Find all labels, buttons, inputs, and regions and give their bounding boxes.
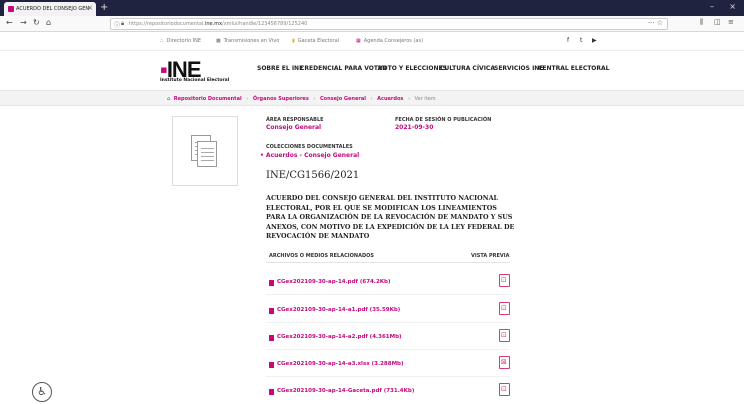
gaceta-label: Gaceta Electoral <box>297 38 340 44</box>
menu-cultura-civica[interactable]: CULTURA CÍVICA <box>440 65 495 72</box>
menu-credencial[interactable]: CREDENCIAL PARA VOTAR <box>300 65 387 72</box>
pdf-preview-icon[interactable]: ⊡ <box>499 302 510 315</box>
file-icon <box>269 389 274 395</box>
file-icon <box>269 362 274 368</box>
lock-icon: 🔒︎ <box>121 20 125 27</box>
youtube-icon[interactable]: ▶ <box>592 37 597 44</box>
area-value[interactable]: Consejo General <box>266 124 321 131</box>
logo-subtitle: Instituto Nacional Electoral <box>160 78 230 83</box>
breadcrumb-current: Ver ítem <box>414 96 436 102</box>
file-row: CGex202109-30-ap-14.pdf (674.2Kb) ⊡ <box>266 273 510 295</box>
file-link[interactable]: CGex202109-30-ap-14.pdf (674.2Kb) <box>277 279 391 285</box>
pdf-preview-icon[interactable]: ⊡ <box>499 329 510 342</box>
breadcrumb-separator: › <box>313 96 316 102</box>
sidebar-icon[interactable]: ◫ <box>714 18 721 26</box>
collection-link[interactable]: • Acuerdos - Consejo General <box>260 152 359 159</box>
divider <box>266 262 510 263</box>
home-icon[interactable]: ⌂ <box>167 96 170 102</box>
breadcrumb-organos[interactable]: Órganos Superiores <box>253 96 309 102</box>
file-icon <box>269 335 274 341</box>
menu-central-electoral[interactable]: CENTRAL ELECTORAL <box>538 65 610 72</box>
menu-servicios-ine[interactable]: SERVICIOS INE <box>494 65 543 72</box>
breadcrumb: ⌂ Repositorio Documental › Órganos Super… <box>167 96 436 102</box>
preview-header: VISTA PREVIA <box>471 253 510 259</box>
back-button[interactable]: ← <box>6 18 13 27</box>
menu-icon[interactable]: ≡ <box>728 18 734 26</box>
site-header: ▪INE Instituto Nacional Electoral SOBRE … <box>0 51 744 89</box>
agenda-link[interactable]: ▦ Agenda Consejeros (as) <box>356 38 423 44</box>
tab-title: ACUERDO DEL CONSEJO GEN <box>16 6 90 12</box>
file-row: CGex202109-30-ap-14-a1.pdf (35.59Kb) ⊡ <box>266 301 510 323</box>
ine-logo[interactable]: ▪INE Instituto Nacional Electoral <box>160 57 244 85</box>
menu-voto-elecciones[interactable]: VOTO Y ELECCIONES <box>378 65 447 72</box>
agenda-label: Agenda Consejeros (as) <box>363 38 424 44</box>
transmisiones-label: Transmisiones en Vivo <box>223 38 280 44</box>
breadcrumb-bar: ⌂ Repositorio Documental › Órganos Super… <box>0 90 744 106</box>
forward-button[interactable]: → <box>20 18 27 27</box>
files-header: ARCHIVOS O MEDIOS RELACIONADOS <box>269 253 374 259</box>
calendar-icon: ▦ <box>356 38 361 44</box>
video-icon: ■ <box>216 38 221 44</box>
facebook-icon[interactable]: f <box>567 37 569 44</box>
file-icon <box>269 308 274 314</box>
file-row: CGex202109-30-ap-14-a2.pdf (4.361Mb) ⊡ <box>266 328 510 350</box>
info-icon[interactable]: ⓘ <box>114 20 120 29</box>
area-label: ÁREA RESPONSABLE <box>266 117 324 123</box>
file-link[interactable]: CGex202109-30-ap-14-a3.xlsx (3.288Mb) <box>277 361 404 367</box>
address-bar[interactable]: ⓘ 🔒︎ https://repositoriodocumental.ine.m… <box>110 18 668 30</box>
org-chart-icon: ⛬ <box>160 38 164 44</box>
breadcrumb-separator: › <box>246 96 249 102</box>
pdf-preview-icon[interactable]: ⊡ <box>499 274 510 287</box>
tab-close-icon[interactable]: × <box>87 4 93 12</box>
accessibility-icon[interactable]: ♿ <box>32 382 52 402</box>
breadcrumb-separator: › <box>407 96 410 102</box>
gaceta-link[interactable]: ▮ Gaceta Electoral <box>292 38 339 44</box>
date-value: 2021-09-30 <box>395 124 434 131</box>
directorio-label: Directorio INE <box>166 38 202 44</box>
breadcrumb-acuerdos[interactable]: Acuerdos <box>377 96 403 102</box>
url-prefix: https://repositoriodocumental. <box>129 21 205 27</box>
url-path: /xmlui/handle/123456789/125240 <box>222 21 308 27</box>
document-code: INE/CG1566/2021 <box>266 170 360 181</box>
breadcrumb-repositorio[interactable]: Repositorio Documental <box>174 96 242 102</box>
xlsx-preview-icon[interactable]: ⊠ <box>499 356 510 369</box>
file-row: CGex202109-30-ap-14-a3.xlsx (3.288Mb) ⊠ <box>266 355 510 377</box>
file-link[interactable]: CGex202109-30-ap-14-a1.pdf (35.59Kb) <box>277 307 400 313</box>
menu-sobre-el-ine[interactable]: SOBRE EL INE <box>257 65 303 72</box>
date-label: FECHA DE SESIÓN O PUBLICACIÓN <box>395 117 492 123</box>
browser-navbar: ← → ↻ ⌂ ⓘ 🔒︎ https://repositoriodocument… <box>0 16 744 32</box>
pdf-preview-icon[interactable]: ⊡ <box>499 383 510 396</box>
file-link[interactable]: CGex202109-30-ap-14-a2.pdf (4.361Mb) <box>277 334 402 340</box>
twitter-icon[interactable]: t <box>580 37 582 44</box>
minimize-button[interactable]: – <box>710 2 714 11</box>
document-icon: ▮ <box>292 38 295 44</box>
document-title: ACUERDO DEL CONSEJO GENERAL DEL INSTITUT… <box>266 194 515 241</box>
utility-bar: ⛬ Directorio INE ■ Transmisiones en Vivo ▮… <box>0 33 744 51</box>
directorio-link[interactable]: ⛬ Directorio INE <box>160 38 201 44</box>
document-page-icon <box>197 141 217 167</box>
new-tab-button[interactable]: + <box>100 2 108 13</box>
library-icon[interactable]: ⫼ <box>700 18 703 27</box>
close-window-button[interactable]: × <box>729 2 736 11</box>
breadcrumb-consejo[interactable]: Consejo General <box>320 96 366 102</box>
file-link[interactable]: CGex202109-30-ap-14-Gaceta.pdf (731.4Kb) <box>277 388 414 394</box>
breadcrumb-separator: › <box>370 96 373 102</box>
reload-button[interactable]: ↻ <box>33 18 40 27</box>
browser-titlebar: ACUERDO DEL CONSEJO GEN × + – × <box>0 0 744 16</box>
document-thumbnail[interactable] <box>172 116 238 186</box>
collections-label: COLECCIONES DOCUMENTALES <box>266 144 353 150</box>
page-actions-icon[interactable]: ··· ☆ <box>648 19 663 27</box>
file-row: CGex202109-30-ap-14-Gaceta.pdf (731.4Kb)… <box>266 382 510 404</box>
home-button[interactable]: ⌂ <box>46 18 51 27</box>
favicon-icon <box>8 6 14 12</box>
url-domain: ine.mx <box>204 21 223 27</box>
file-icon <box>269 280 274 286</box>
browser-tab[interactable]: ACUERDO DEL CONSEJO GEN × <box>4 2 96 16</box>
transmisiones-link[interactable]: ■ Transmisiones en Vivo <box>216 38 279 44</box>
